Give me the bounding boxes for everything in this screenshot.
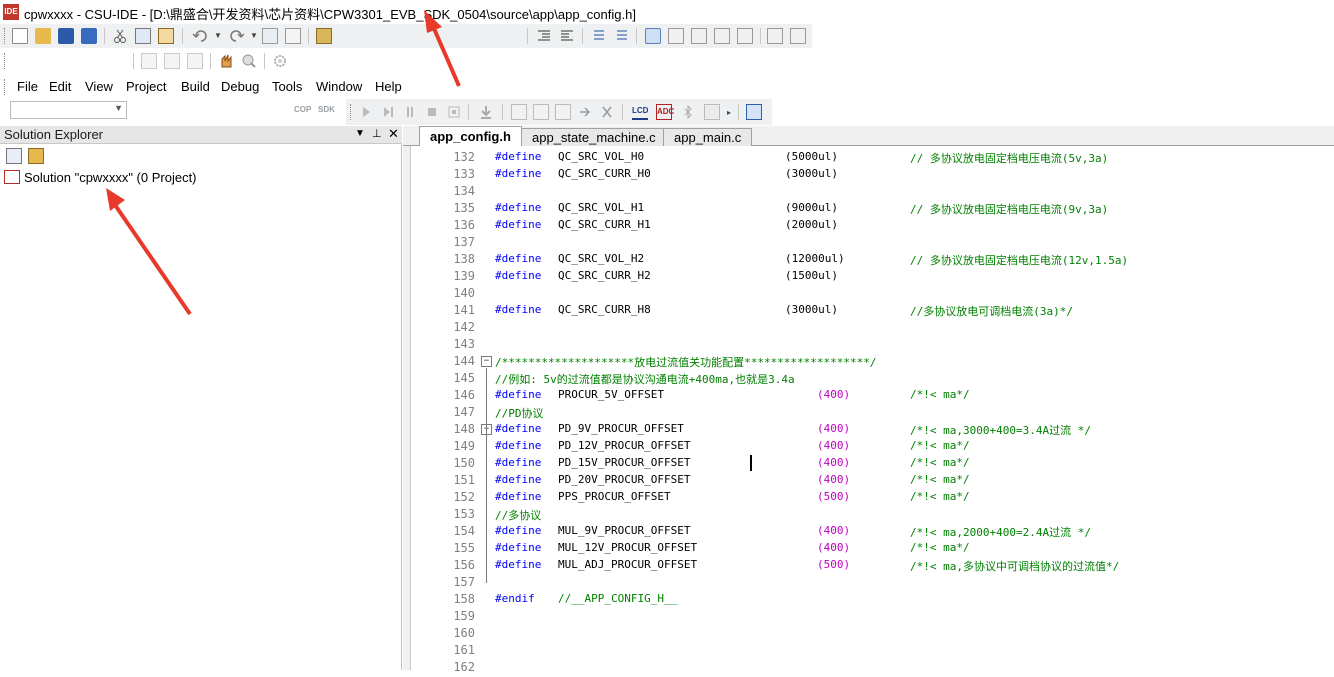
annotation-arrow-solution [106,188,192,316]
annotation-arrows [106,10,461,316]
annotation-arrow-title [424,10,461,87]
